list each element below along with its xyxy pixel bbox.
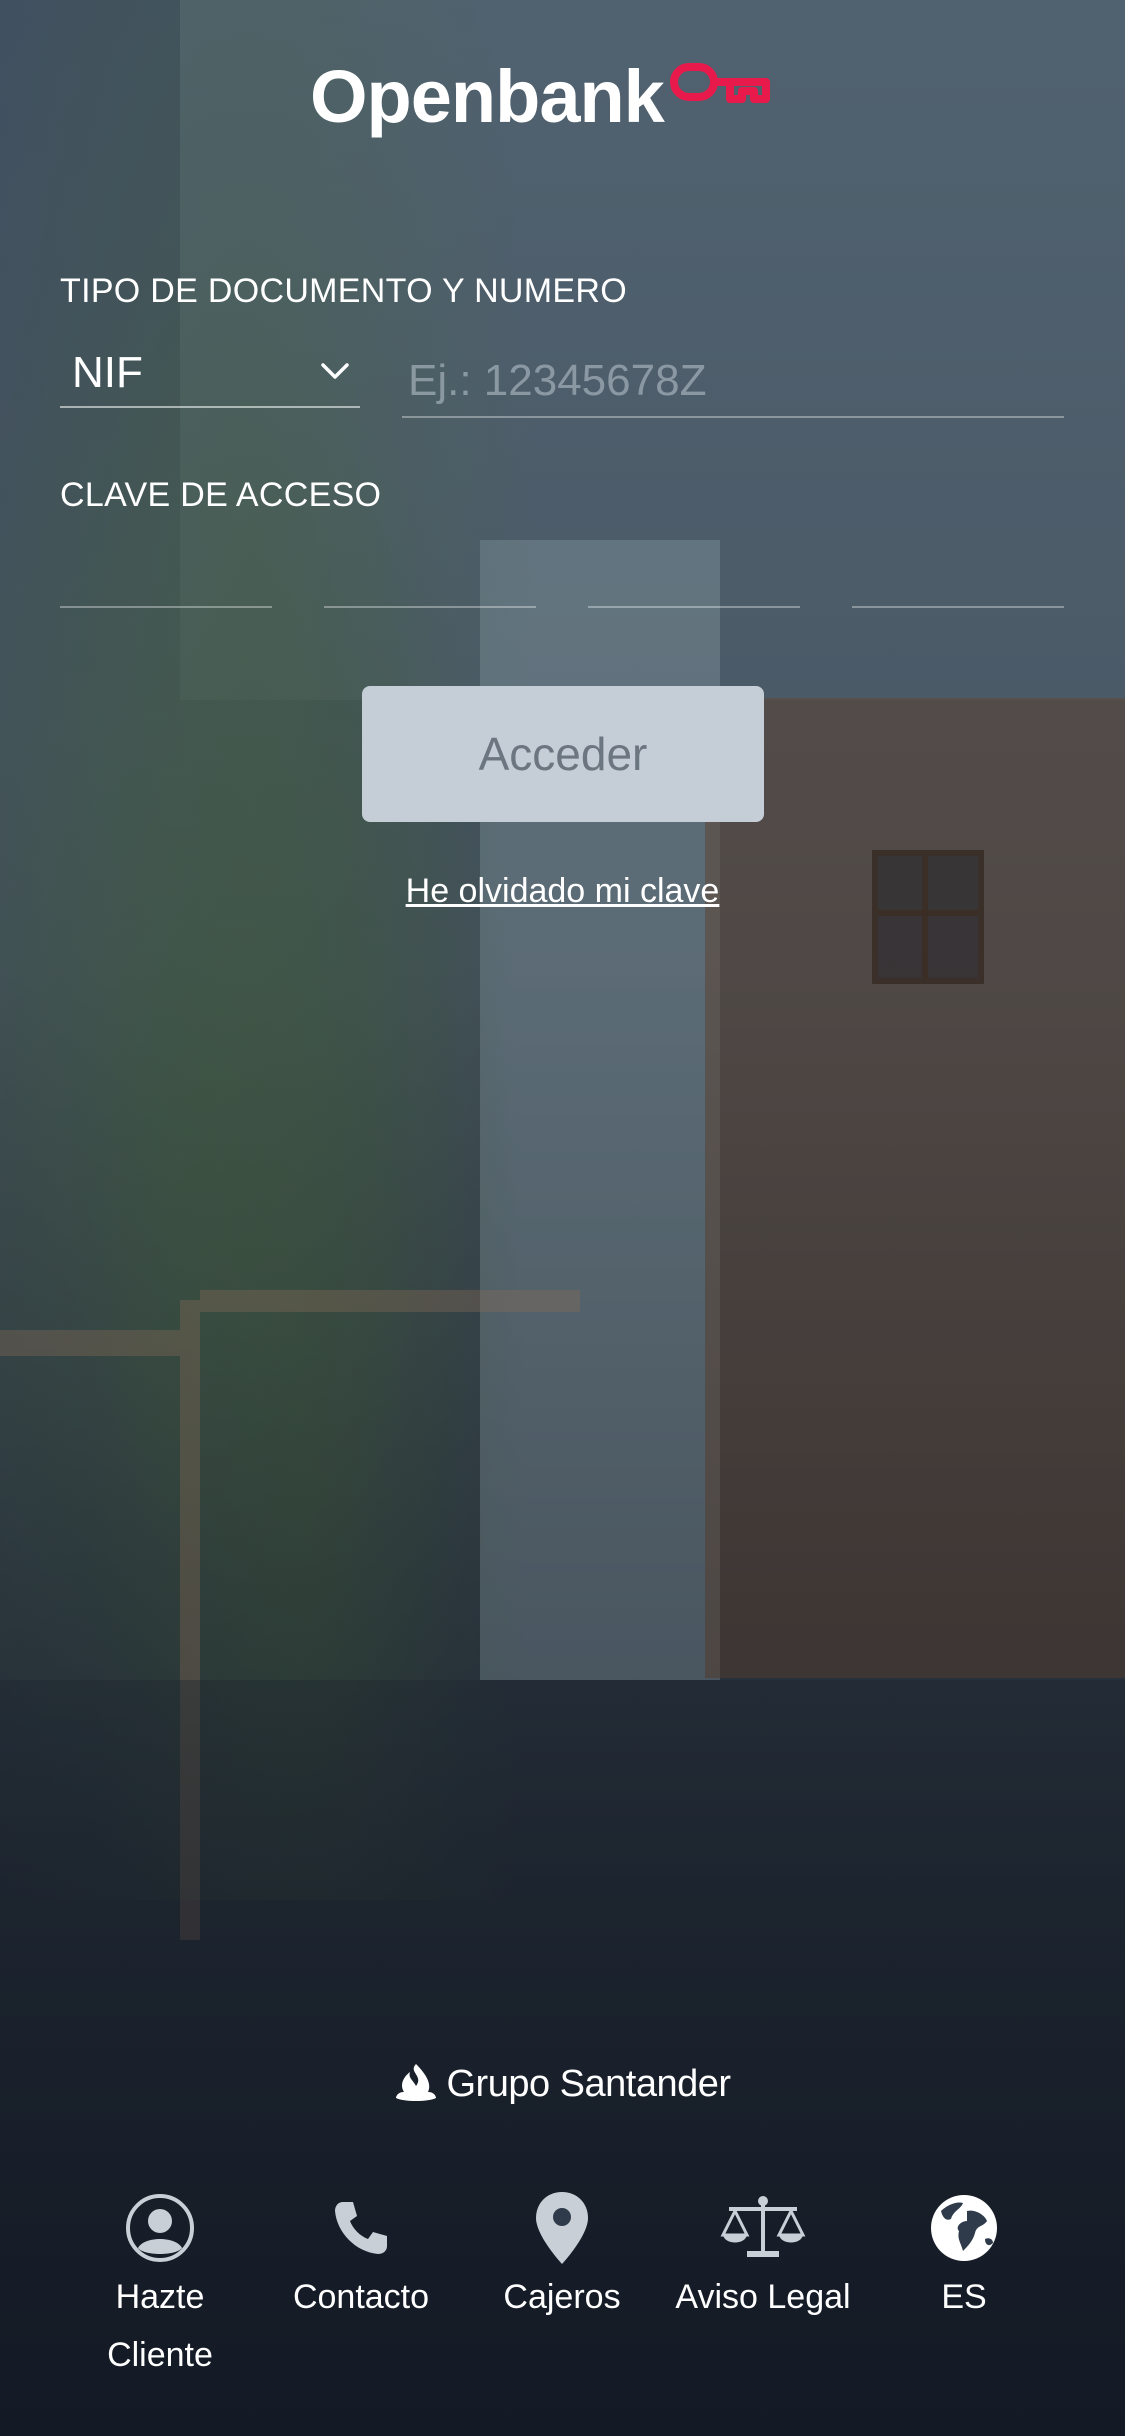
location-pin-icon	[534, 2190, 590, 2266]
password-label: CLAVE DE ACCESO	[60, 476, 382, 514]
nav-contacto[interactable]: Contacto	[261, 2190, 461, 2324]
globe-icon	[927, 2190, 1001, 2266]
nav-aviso-legal[interactable]: Aviso Legal	[663, 2190, 863, 2324]
password-field-2[interactable]	[324, 542, 536, 608]
bottom-nav: Hazte Cliente Contacto Cajeros Aviso Leg…	[0, 2190, 1125, 2390]
nav-label: Hazte	[115, 2278, 205, 2316]
nav-hazte-cliente[interactable]: Hazte Cliente	[60, 2190, 260, 2382]
forgot-password-link[interactable]: He olvidado mi clave	[406, 872, 720, 910]
password-field-4[interactable]	[852, 542, 1064, 608]
openbank-logo: Openbank	[310, 54, 774, 139]
nav-label: ES	[941, 2278, 987, 2316]
document-label: TIPO DE DOCUMENTO Y NUMERO	[60, 272, 627, 310]
login-screen: Openbank TIPO DE DOCUMENTO Y NUMERO NIF …	[0, 0, 1125, 2436]
nav-label: Contacto	[292, 2278, 430, 2316]
group-name: Grupo Santander	[446, 2063, 731, 2105]
document-type-select[interactable]: NIF	[60, 340, 360, 408]
password-field-3[interactable]	[588, 542, 800, 608]
nav-label-line2: Cliente	[107, 2336, 213, 2374]
acceder-button[interactable]: Acceder	[362, 686, 764, 822]
document-number-input[interactable]	[402, 346, 1064, 418]
password-field-1[interactable]	[60, 542, 272, 608]
grupo-santander-logo: Grupo Santander	[0, 2062, 1125, 2107]
santander-flame-icon	[394, 2062, 438, 2107]
nav-label: Cajeros	[503, 2278, 621, 2316]
chevron-down-icon	[320, 362, 350, 385]
forgot-password-row: He olvidado mi clave	[0, 872, 1125, 911]
scales-icon	[719, 2190, 807, 2266]
document-type-value: NIF	[72, 348, 143, 397]
user-circle-icon	[124, 2190, 196, 2266]
nav-label: Aviso Legal	[675, 2278, 851, 2316]
nav-language[interactable]: ES	[864, 2190, 1064, 2324]
phone-icon	[331, 2190, 391, 2266]
nav-cajeros[interactable]: Cajeros	[462, 2190, 662, 2324]
logo-text: Openbank	[310, 55, 665, 138]
key-icon	[669, 61, 774, 114]
